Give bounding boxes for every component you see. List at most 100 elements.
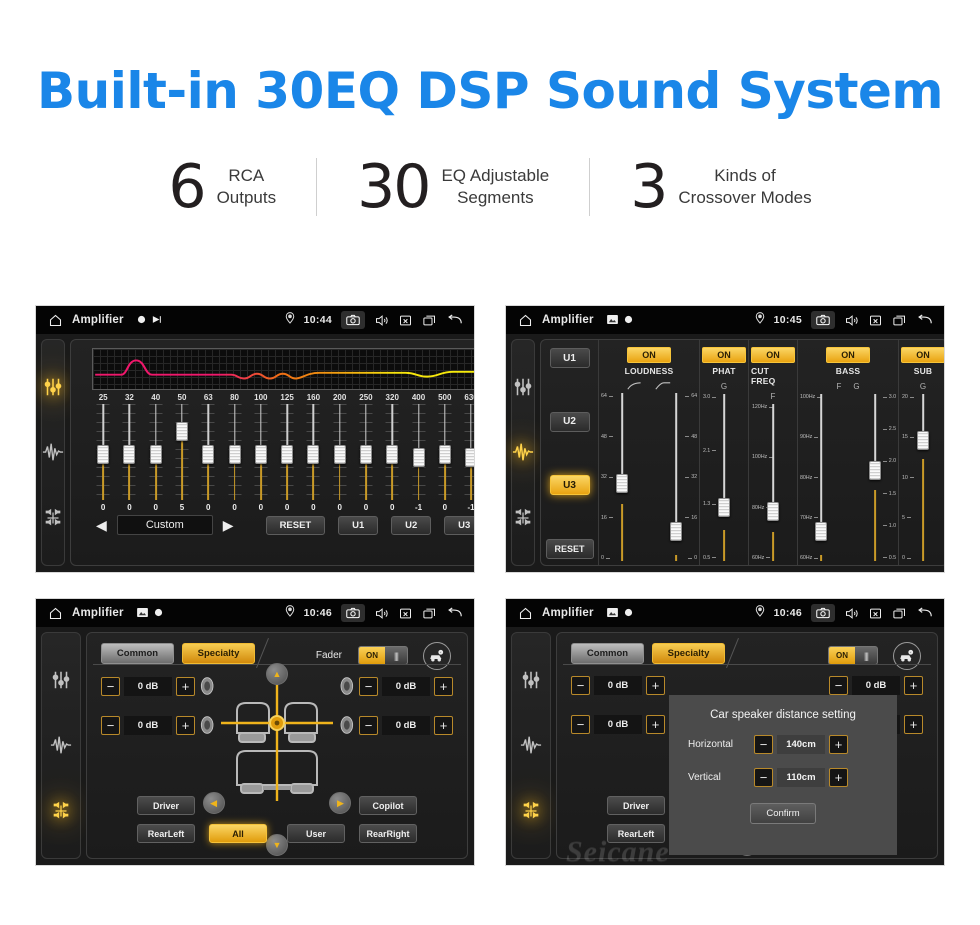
volume-icon[interactable] <box>374 606 389 621</box>
band-track[interactable] <box>616 393 628 561</box>
band-knob[interactable] <box>869 460 881 480</box>
decrease-button[interactable]: − <box>754 735 773 754</box>
arrow-down-icon[interactable]: ▼ <box>266 834 288 856</box>
recent-apps-icon[interactable] <box>892 606 907 621</box>
eq-slider-100[interactable]: 0 <box>248 404 274 512</box>
band-on-button[interactable]: ON <box>901 347 944 363</box>
eq-slider-125[interactable]: 0 <box>274 404 300 512</box>
band-knob[interactable] <box>670 522 682 542</box>
volume-icon[interactable] <box>844 313 859 328</box>
decrease-button[interactable]: − <box>829 676 848 695</box>
increase-button[interactable]: + <box>176 715 195 735</box>
preset-u2-button[interactable]: U2 <box>391 515 432 535</box>
balance-icon[interactable] <box>512 507 534 529</box>
fader-toggle[interactable]: ON ||| <box>828 646 878 665</box>
eq-slider-knob[interactable] <box>465 447 474 467</box>
eq-slider-knob[interactable] <box>438 444 451 464</box>
back-arrow-icon[interactable] <box>916 606 934 621</box>
eq-slider-track[interactable] <box>464 404 474 500</box>
eq-slider-knob[interactable] <box>228 444 241 464</box>
band-track[interactable] <box>670 393 682 561</box>
eq-slider-knob[interactable] <box>412 447 425 467</box>
band-knob[interactable] <box>616 473 628 493</box>
volume-icon[interactable] <box>374 313 389 328</box>
car-settings-icon[interactable] <box>423 642 451 670</box>
home-icon[interactable] <box>518 606 533 621</box>
preset-display[interactable]: Custom <box>116 515 213 535</box>
eq-slider-knob[interactable] <box>149 444 162 464</box>
tab-specialty[interactable]: Specialty <box>652 643 725 664</box>
eq-slider-knob[interactable] <box>254 444 267 464</box>
eq-slider-track[interactable] <box>438 404 452 500</box>
eq-slider-knob[interactable] <box>307 444 320 464</box>
eq-slider-40[interactable]: 0 <box>143 404 169 512</box>
eq-slider-160[interactable]: 0 <box>300 404 326 512</box>
eq-slider-25[interactable]: 0 <box>90 404 116 512</box>
eq-slider-knob[interactable] <box>123 444 136 464</box>
balance-icon[interactable] <box>50 800 72 822</box>
position-driver-button[interactable]: Driver <box>607 796 665 815</box>
decrease-button[interactable]: − <box>359 676 378 696</box>
eq-slider-track[interactable] <box>254 404 268 500</box>
recent-apps-icon[interactable] <box>892 313 907 328</box>
band-slider-right[interactable]: 64 48 32 16 0 <box>655 393 697 561</box>
band-on-button[interactable]: ON <box>627 347 671 363</box>
recent-apps-icon[interactable] <box>422 606 437 621</box>
reset-button[interactable]: RESET <box>265 515 326 535</box>
eq-slider-knob[interactable] <box>97 444 110 464</box>
eq-slider-63[interactable]: 0 <box>195 404 221 512</box>
increase-button[interactable]: + <box>646 715 665 734</box>
position-rearright-button[interactable]: RearRight <box>359 824 417 843</box>
volume-icon[interactable] <box>844 606 859 621</box>
position-rearleft-button[interactable]: RearLeft <box>137 824 195 843</box>
waveform-icon[interactable] <box>50 734 72 756</box>
band-on-button[interactable]: ON <box>751 347 795 363</box>
eq-slider-knob[interactable] <box>333 444 346 464</box>
eq-slider-track[interactable] <box>412 404 426 500</box>
arrow-up-icon[interactable]: ▲ <box>266 663 288 685</box>
preset-u3-button[interactable]: U3 <box>549 475 590 496</box>
band-knob[interactable] <box>767 501 779 521</box>
camera-icon[interactable] <box>341 311 365 329</box>
decrease-button[interactable]: − <box>359 715 378 735</box>
balance-icon[interactable] <box>520 800 542 822</box>
band-track[interactable] <box>718 394 730 561</box>
increase-button[interactable]: + <box>829 735 848 754</box>
band-slider-left[interactable]: 3.0 2.1 1.3 0.5 <box>703 394 745 561</box>
band-on-button[interactable]: ON <box>702 347 746 363</box>
close-box-icon[interactable] <box>868 606 883 621</box>
equalizer-icon[interactable] <box>512 376 534 398</box>
eq-slider-400[interactable]: -1 <box>405 404 431 512</box>
position-user-button[interactable]: User <box>287 824 345 843</box>
home-icon[interactable] <box>518 313 533 328</box>
back-arrow-icon[interactable] <box>916 313 934 328</box>
band-track[interactable] <box>767 404 779 561</box>
increase-button[interactable]: + <box>646 676 665 695</box>
eq-slider-80[interactable]: 0 <box>221 404 247 512</box>
eq-slider-32[interactable]: 0 <box>116 404 142 512</box>
band-slider-left[interactable]: 20 15 10 5 0 <box>902 394 944 561</box>
preset-u1-button[interactable]: U1 <box>338 515 379 535</box>
increase-button[interactable]: + <box>176 676 195 696</box>
eq-slider-knob[interactable] <box>175 421 188 441</box>
increase-button[interactable]: + <box>904 715 923 734</box>
eq-slider-track[interactable] <box>96 404 110 500</box>
band-slider-left[interactable]: 100Hz 90Hz 80Hz 70Hz 60Hz <box>800 394 842 561</box>
band-slider-left[interactable]: 120Hz 100Hz 80Hz 60Hz <box>752 404 794 561</box>
back-arrow-icon[interactable] <box>446 606 464 621</box>
band-slider-left[interactable]: 64 48 32 16 0 <box>601 393 643 561</box>
camera-icon[interactable] <box>341 604 365 622</box>
eq-slider-320[interactable]: 0 <box>379 404 405 512</box>
position-driver-button[interactable]: Driver <box>137 796 195 815</box>
eq-slider-track[interactable] <box>228 404 242 500</box>
waveform-icon[interactable] <box>42 441 64 463</box>
close-box-icon[interactable] <box>868 313 883 328</box>
confirm-button[interactable]: Confirm <box>750 803 816 824</box>
close-box-icon[interactable] <box>398 313 413 328</box>
waveform-icon[interactable] <box>512 441 534 463</box>
eq-slider-500[interactable]: 0 <box>432 404 458 512</box>
eq-slider-630[interactable]: -1 <box>458 404 474 512</box>
tab-specialty[interactable]: Specialty <box>182 643 255 664</box>
equalizer-icon[interactable] <box>50 669 72 691</box>
back-arrow-icon[interactable] <box>446 313 464 328</box>
